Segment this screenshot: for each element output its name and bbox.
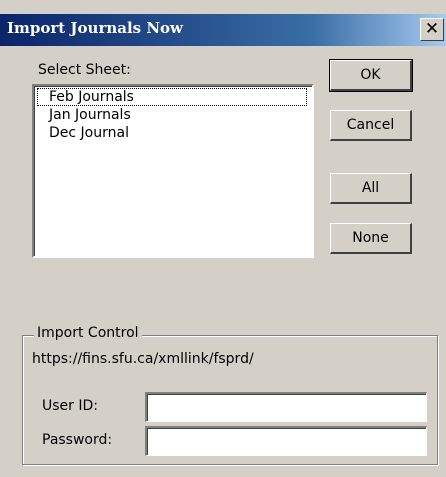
cancel-button[interactable]: Cancel <box>330 110 412 141</box>
import-journals-dialog: Import Journals Now ✕ Select Sheet: Feb … <box>0 0 446 477</box>
sheet-listbox[interactable]: Feb Journals Jan Journals Dec Journal <box>32 84 314 258</box>
list-item[interactable]: Feb Journals <box>37 88 307 106</box>
none-button[interactable]: None <box>330 223 412 254</box>
list-item[interactable]: Dec Journal <box>37 124 307 142</box>
ok-button[interactable]: OK <box>329 59 413 92</box>
import-url: https://fins.sfu.ca/xmllink/fsprd/ <box>32 351 254 367</box>
import-control-legend: Import Control <box>34 325 142 341</box>
user-id-label: User ID: <box>42 398 98 414</box>
all-button[interactable]: All <box>330 173 412 204</box>
close-button[interactable]: ✕ <box>420 18 444 41</box>
window-title: Import Journals Now <box>7 19 183 37</box>
password-label: Password: <box>42 432 113 448</box>
password-field[interactable] <box>145 426 427 456</box>
close-icon: ✕ <box>424 19 440 39</box>
user-id-field[interactable] <box>145 392 427 422</box>
title-bar[interactable]: Import Journals Now ✕ <box>0 14 446 46</box>
select-sheet-label: Select Sheet: <box>38 62 131 78</box>
list-item[interactable]: Jan Journals <box>37 106 307 124</box>
